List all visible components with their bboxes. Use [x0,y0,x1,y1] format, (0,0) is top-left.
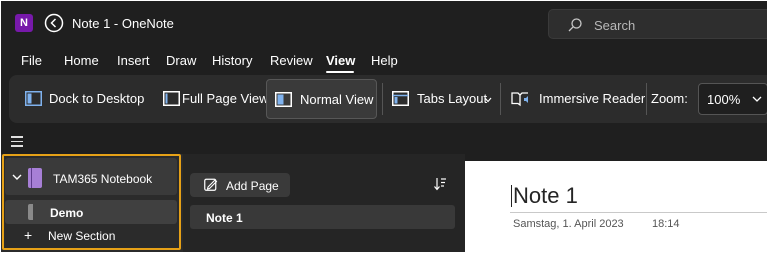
immersive-reader-label: Immersive Reader [539,91,646,106]
ribbon-separator [646,83,647,115]
onenote-logo-icon: N [15,14,33,32]
normal-view-label: Normal View [300,92,374,107]
title-underline [510,212,767,213]
normal-view-icon [275,92,292,107]
immersive-reader-button[interactable]: Immersive Reader [505,79,646,119]
menu-draw[interactable]: Draw [166,53,196,68]
chevron-down-icon [752,96,762,102]
menu-view[interactable]: View [326,53,355,68]
full-page-view-button[interactable]: Full Page View [153,79,269,119]
page-name: Note 1 [206,211,243,225]
menu-bar: File Home Insert Draw History Review Vie… [1,47,767,73]
ribbon-separator [382,83,383,115]
pages-panel [183,154,465,252]
full-page-view-icon [163,91,180,106]
dock-to-desktop-icon [25,91,42,106]
note-title[interactable]: Note 1 [513,183,578,209]
highlight-outline [2,154,181,250]
zoom-label: Zoom: [651,91,688,106]
add-page-icon [204,178,218,191]
view-ribbon: Dock to Desktop Full Page View Normal Vi… [9,75,767,123]
menu-home[interactable]: Home [64,53,99,68]
dock-to-desktop-label: Dock to Desktop [49,91,145,106]
title-bar: N Note 1 - OneNote Search [1,1,767,45]
add-page-label: Add Page [226,179,279,193]
window-title: Note 1 - OneNote [72,16,174,31]
onenote-window: N Note 1 - OneNote Search File Home Inse… [1,1,767,252]
search-box[interactable]: Search [548,9,767,39]
tabs-layout-button[interactable]: Tabs Layout [387,79,495,119]
search-icon [568,18,582,32]
active-tab-indicator [326,71,354,73]
zoom-value: 100% [707,92,741,107]
immersive-reader-icon [511,92,528,107]
ribbon-separator [500,83,501,115]
navigation-menu-icon[interactable] [11,136,23,147]
chevron-down-icon [484,97,492,103]
menu-review[interactable]: Review [270,53,313,68]
note-time: 18:14 [652,218,680,230]
menu-help[interactable]: Help [371,53,398,68]
note-date: Samstag, 1. April 2023 [513,218,624,230]
text-cursor [511,185,512,207]
search-placeholder: Search [594,18,636,33]
tabs-layout-label: Tabs Layout [417,91,488,106]
dock-to-desktop-button[interactable]: Dock to Desktop [15,79,149,119]
menu-file[interactable]: File [21,53,42,68]
menu-insert[interactable]: Insert [117,53,150,68]
normal-view-button[interactable]: Normal View [266,79,377,119]
tabs-layout-icon [392,91,409,106]
sort-icon[interactable] [433,177,447,191]
menu-history[interactable]: History [212,53,252,68]
full-page-view-label: Full Page View [182,91,269,106]
back-arrow-icon[interactable] [44,13,64,33]
zoom-dropdown[interactable]: 100% [698,83,767,115]
